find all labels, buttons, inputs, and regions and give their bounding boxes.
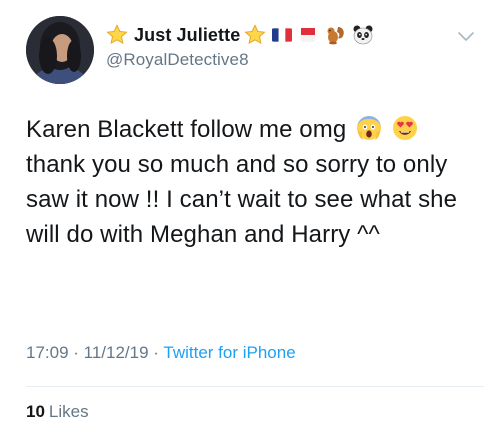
- meta-separator: ·: [148, 343, 164, 362]
- divider: [26, 386, 484, 387]
- screaming-face-icon: [356, 115, 382, 141]
- star-icon: [106, 24, 128, 46]
- chevron-down-icon[interactable]: [456, 30, 476, 44]
- star-icon: [244, 24, 266, 46]
- tweet-time[interactable]: 17:09: [26, 343, 69, 362]
- heart-eyes-icon: [392, 115, 418, 141]
- monaco-flag-icon: [298, 28, 318, 42]
- author-handle[interactable]: @RoyalDetective8: [106, 50, 436, 70]
- avatar-image: [26, 16, 94, 84]
- tweet-date[interactable]: 11/12/19: [84, 343, 149, 362]
- likes-count-link[interactable]: 10 Likes: [26, 402, 89, 422]
- likes-count: 10: [26, 402, 45, 421]
- panda-icon: [352, 25, 374, 45]
- tweet-card: Just Juliette @RoyalDetective8 Karen Bla…: [0, 0, 500, 441]
- tweet-source-link[interactable]: Twitter for iPhone: [163, 343, 295, 362]
- display-name: Just Juliette: [134, 24, 241, 45]
- tweet-text-line1: Karen Blackett follow me omg: [26, 116, 347, 143]
- tweet-header: Just Juliette @RoyalDetective8: [26, 16, 476, 86]
- france-flag-icon: [272, 28, 293, 42]
- tweet-text-body: thank you so much and so sorry to only s…: [26, 151, 458, 248]
- likes-label: Likes: [48, 402, 89, 421]
- meta-separator: ·: [68, 343, 84, 362]
- avatar[interactable]: [26, 16, 94, 84]
- squirrel-icon: [324, 25, 346, 45]
- display-name-row[interactable]: Just Juliette: [106, 22, 436, 48]
- tweet-text: Karen Blackett follow me omg thank you s…: [26, 112, 466, 252]
- author-block: Just Juliette @RoyalDetective8: [106, 22, 436, 70]
- tweet-meta: 17:09 · 11/12/19 · Twitter for iPhone: [26, 343, 296, 363]
